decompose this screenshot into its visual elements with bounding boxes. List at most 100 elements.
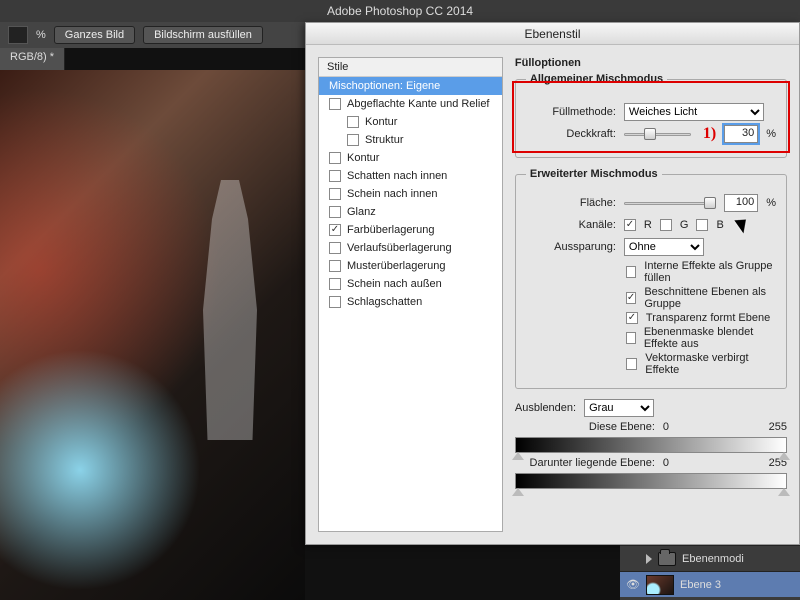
zoom-field[interactable] (8, 26, 28, 44)
channel-r-label: R (644, 219, 652, 231)
style-row[interactable]: Schlagschatten (319, 293, 502, 311)
option-checkbox[interactable] (626, 266, 636, 278)
blendif-select[interactable]: Grau (584, 399, 654, 417)
style-label: Schein nach innen (347, 188, 438, 200)
style-label: Glanz (347, 206, 376, 218)
blendif-this-label: Diese Ebene: (515, 421, 655, 433)
options-column: Füllоptionen Allgemeiner Mischmodus Füll… (515, 57, 787, 532)
option-checkbox[interactable] (626, 358, 637, 370)
style-checkbox[interactable] (329, 188, 341, 200)
style-checkbox[interactable] (329, 206, 341, 218)
general-blend-group: Allgemeiner Mischmodus Füllmethode: Weic… (515, 73, 787, 158)
style-row[interactable]: Kontur (319, 113, 502, 131)
layers-panel: Ebenenmodi 👁 Ebene 3 (620, 545, 800, 600)
channel-g-label: G (680, 219, 689, 231)
layer-style-dialog: Ebenenstil Stile Mischoptionen: Eigene Ab… (305, 22, 800, 545)
styles-header: Stile (319, 58, 502, 77)
fill-slider[interactable] (624, 196, 716, 210)
style-checkbox[interactable] (329, 278, 341, 290)
blendif-under-slider[interactable] (515, 473, 787, 489)
layer-group-row[interactable]: Ebenenmodi (620, 545, 800, 571)
layer-group-name: Ebenenmodi (682, 553, 744, 565)
style-row[interactable]: Verlaufsüberlagerung (319, 239, 502, 257)
blendif-label: Ausblenden: (515, 402, 576, 414)
layer-name: Ebene 3 (680, 579, 721, 591)
style-checkbox[interactable] (347, 134, 359, 146)
layer-row[interactable]: 👁 Ebene 3 (620, 571, 800, 597)
option-checkbox[interactable] (626, 312, 638, 324)
channel-b-checkbox[interactable] (696, 219, 708, 231)
style-row[interactable]: Glanz (319, 203, 502, 221)
style-checkbox[interactable] (329, 170, 341, 182)
blendif-under-lo: 0 (663, 457, 669, 469)
style-row[interactable]: Schatten nach innen (319, 167, 502, 185)
style-checkbox[interactable] (329, 224, 341, 236)
style-checkbox[interactable] (329, 98, 341, 110)
style-label: Abgeflachte Kante und Relief (347, 98, 490, 110)
style-row[interactable]: Struktur (319, 131, 502, 149)
channel-g-checkbox[interactable] (660, 219, 672, 231)
fill-suffix: % (766, 197, 776, 209)
style-row[interactable]: Schein nach innen (319, 185, 502, 203)
style-row[interactable]: Mischoptionen: Eigene (319, 77, 502, 95)
document-canvas[interactable] (0, 70, 305, 600)
channels-label: Kanäle: (526, 219, 616, 231)
pct-suffix: % (36, 29, 46, 41)
blendif-this-slider[interactable] (515, 437, 787, 453)
style-label: Schein nach außen (347, 278, 442, 290)
app-title-bar: Adobe Photoshop CC 2014 (0, 0, 800, 22)
cursor-icon (738, 216, 752, 234)
channel-r-checkbox[interactable] (624, 219, 636, 231)
style-row[interactable]: Schein nach außen (319, 275, 502, 293)
option-label: Vektormaske verbirgt Effekte (645, 352, 776, 376)
style-label: Verlaufsüberlagerung (347, 242, 452, 254)
option-label: Ebenenmaske blendet Effekte aus (644, 326, 776, 350)
knockout-label: Aussparung: (526, 241, 616, 253)
style-checkbox[interactable] (329, 242, 341, 254)
style-row[interactable]: Kontur (319, 149, 502, 167)
section-title: Füllоptionen (515, 57, 787, 69)
layer-thumbnail[interactable] (646, 575, 674, 595)
style-label: Farbüberlagerung (347, 224, 434, 236)
style-label: Mischoptionen: Eigene (329, 80, 440, 92)
style-label: Kontur (365, 116, 397, 128)
style-checkbox[interactable] (329, 152, 341, 164)
style-row[interactable]: Musterüberlagerung (319, 257, 502, 275)
knockout-select[interactable]: Ohne (624, 238, 704, 256)
dialog-title-bar[interactable]: Ebenenstil (306, 23, 799, 45)
option-checkbox[interactable] (626, 332, 636, 344)
photo-subject (185, 180, 275, 440)
blendif-this-lo: 0 (663, 421, 669, 433)
channel-b-label: B (716, 219, 723, 231)
option-label: Transparenz formt Ebene (646, 312, 770, 324)
style-row[interactable]: Farbüberlagerung (319, 221, 502, 239)
style-label: Kontur (347, 152, 379, 164)
dialog-title: Ebenenstil (524, 27, 580, 41)
option-label: Beschnittene Ebenen als Gruppe (644, 286, 776, 310)
fit-screen-button[interactable]: Ganzes Bild (54, 26, 135, 44)
annotation-box-1 (512, 81, 790, 153)
style-label: Schlagschatten (347, 296, 422, 308)
expand-icon[interactable] (646, 554, 652, 564)
opacity-slider[interactable] (624, 127, 691, 141)
style-label: Schatten nach innen (347, 170, 447, 182)
dialog-body: Stile Mischoptionen: Eigene Abgeflachte K… (306, 45, 799, 544)
style-checkbox[interactable] (329, 296, 341, 308)
option-label: Interne Effekte als Gruppe füllen (644, 260, 776, 284)
option-checkbox[interactable] (626, 292, 636, 304)
document-tab[interactable]: RGB/8) * (0, 48, 65, 70)
blendif-this-hi: 255 (769, 421, 787, 433)
visibility-icon[interactable]: 👁 (626, 578, 640, 591)
style-checkbox[interactable] (329, 260, 341, 272)
advanced-blend-group: Erweiterter Mischmodus Fläche: 100 % Kan… (515, 168, 787, 389)
advanced-blend-legend: Erweiterter Mischmodus (526, 168, 662, 180)
style-label: Struktur (365, 134, 404, 146)
fill-input[interactable]: 100 (724, 194, 758, 212)
style-label: Musterüberlagerung (347, 260, 445, 272)
app-title: Adobe Photoshop CC 2014 (327, 4, 473, 18)
style-checkbox[interactable] (347, 116, 359, 128)
fill-screen-button[interactable]: Bildschirm ausfüllen (143, 26, 263, 44)
styles-list: Stile Mischoptionen: Eigene Abgeflachte K… (318, 57, 503, 532)
folder-icon (658, 552, 676, 566)
style-row[interactable]: Abgeflachte Kante und Relief (319, 95, 502, 113)
